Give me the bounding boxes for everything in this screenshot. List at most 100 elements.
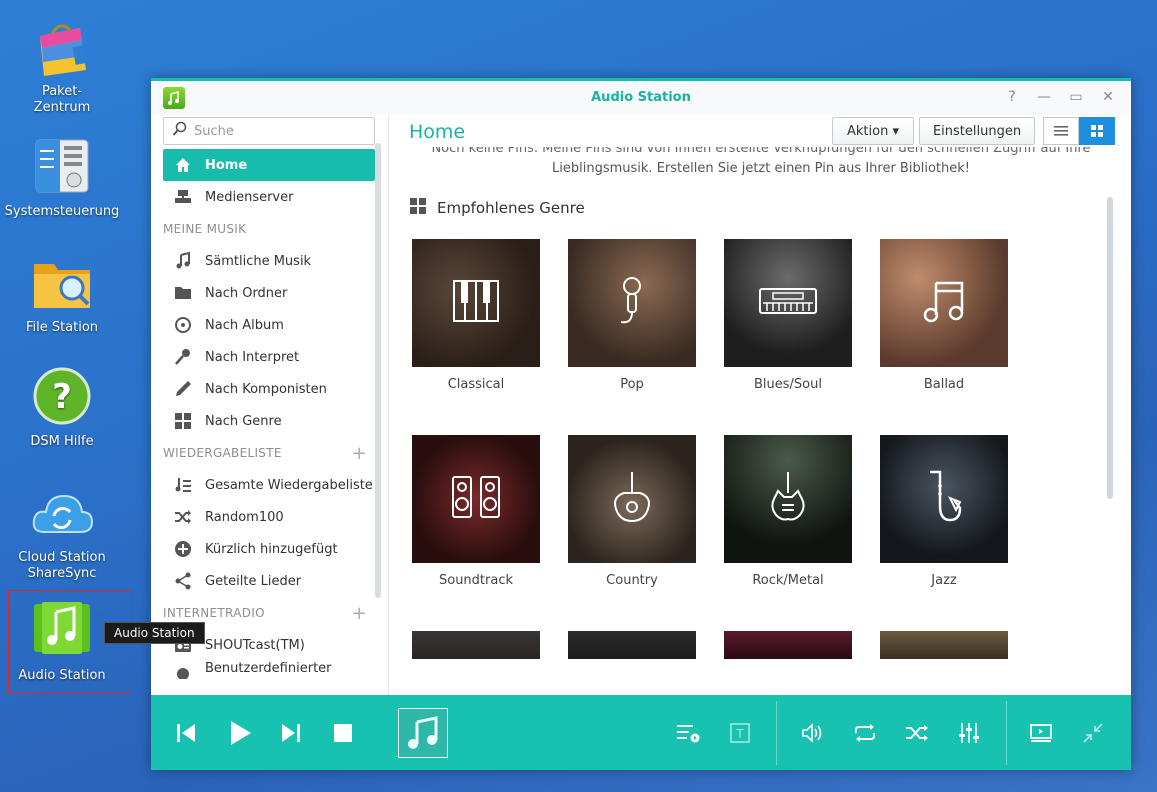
- genre-tile-pop[interactable]: Pop: [568, 239, 696, 392]
- minimize-button[interactable]: —: [1035, 89, 1053, 105]
- genre-image-soundtrack: [412, 435, 540, 563]
- genre-label: Rock/Metal: [752, 573, 824, 588]
- output-device-button[interactable]: [1026, 718, 1056, 748]
- grid-icon: [173, 411, 193, 431]
- sidebar-item-by-album[interactable]: Nach Album: [163, 309, 375, 341]
- volume-icon: [802, 723, 822, 743]
- sidebar-item-all-music[interactable]: Sämtliche Musik: [163, 245, 375, 277]
- genre-image-row3-4: [880, 631, 1008, 659]
- genre-tile-row3-1[interactable]: [412, 631, 540, 659]
- sidebar: Home Medienserver MEINE MUSIK Sämtliche …: [163, 117, 383, 697]
- music-note-icon: [173, 251, 193, 271]
- genre-tile-ballad[interactable]: Ballad: [880, 239, 1008, 392]
- sidebar-scrollbar[interactable]: [375, 143, 381, 598]
- genre-tile-soundtrack[interactable]: Soundtrack: [412, 435, 540, 588]
- sidebar-item-all-playlists[interactable]: Gesamte Wiedergabeliste: [163, 469, 375, 501]
- stop-icon: [334, 724, 352, 742]
- add-radio-icon[interactable]: +: [352, 603, 367, 624]
- guitar-icon: [610, 471, 654, 527]
- player-separator: [1006, 701, 1007, 765]
- sidebar-item-recently-added[interactable]: Kürzlich hinzugefügt: [163, 533, 375, 565]
- sidebar-item-media-server[interactable]: Medienserver: [163, 181, 375, 213]
- svg-text:T: T: [735, 727, 744, 741]
- genre-tile-row3-4[interactable]: [880, 631, 1008, 659]
- desktop-label-control-panel: Systemsteuerung: [4, 204, 120, 219]
- genre-tile-jazz[interactable]: Jazz: [880, 435, 1008, 588]
- genre-image-rock-metal: [724, 435, 852, 563]
- search-input[interactable]: [194, 123, 364, 139]
- genre-image-classical: [412, 239, 540, 367]
- help-button[interactable]: ?: [1003, 89, 1021, 105]
- stop-button[interactable]: [328, 718, 358, 748]
- desktop-label-cloud-station-2: ShareSync: [27, 566, 97, 581]
- shopping-bag-icon: [30, 16, 94, 80]
- desktop-label-dsm-help: DSM Hilfe: [30, 434, 94, 449]
- sidebar-item-by-composer[interactable]: Nach Komponisten: [163, 373, 375, 405]
- desktop-icon-package-center[interactable]: Paket- Zentrum: [2, 16, 122, 116]
- previous-button[interactable]: [171, 718, 201, 748]
- add-playlist-icon[interactable]: +: [352, 443, 367, 464]
- sidebar-item-label: Nach Komponisten: [205, 381, 327, 397]
- speakers-icon: [451, 475, 501, 523]
- play-button[interactable]: [225, 718, 255, 748]
- grid-view-button[interactable]: [1079, 117, 1115, 145]
- main-scrollbar[interactable]: [1107, 197, 1113, 499]
- genre-tile-country[interactable]: Country: [568, 435, 696, 588]
- album-cover[interactable]: [398, 708, 448, 758]
- genre-tile-classical[interactable]: Classical: [412, 239, 540, 392]
- sidebar-item-by-artist[interactable]: Nach Interpret: [163, 341, 375, 373]
- next-icon: [282, 724, 300, 742]
- sidebar-item-label: Benutzerdefinierter: [205, 661, 332, 676]
- sidebar-item-shared-songs[interactable]: Geteilte Lieder: [163, 565, 375, 597]
- playlist-icon: [677, 725, 700, 743]
- desktop-label-package-center-1: Paket-: [41, 84, 83, 99]
- sidebar-item-label: SHOUTcast(TM): [205, 637, 305, 653]
- sidebar-item-custom-radio[interactable]: Benutzerdefinierter: [163, 661, 375, 679]
- desktop-icon-dsm-help[interactable]: ? DSM Hilfe: [2, 366, 122, 450]
- desktop-icon-file-station[interactable]: File Station: [2, 252, 122, 336]
- genre-label: Pop: [620, 377, 644, 392]
- player-bar: T: [151, 695, 1131, 770]
- section-header-playlist: WIEDERGABELISTE +: [163, 442, 367, 464]
- playlist-button[interactable]: [673, 718, 703, 748]
- genre-tile-blues-soul[interactable]: Blues/Soul: [724, 239, 852, 392]
- genre-tile-row3-3[interactable]: [724, 631, 852, 659]
- mini-player-button[interactable]: [1078, 718, 1108, 748]
- sidebar-item-by-folder[interactable]: Nach Ordner: [163, 277, 375, 309]
- sidebar-item-label: Nach Genre: [205, 413, 282, 429]
- sidebar-item-home[interactable]: Home: [163, 149, 375, 181]
- folder-search-icon: [30, 252, 94, 316]
- desktop-icon-cloud-station[interactable]: Cloud Station ShareSync: [2, 482, 122, 582]
- desktop-icon-control-panel[interactable]: Systemsteuerung: [2, 136, 122, 220]
- add-circle-icon: [173, 539, 193, 559]
- action-button[interactable]: Aktion ▾: [832, 117, 914, 145]
- title-bar[interactable]: Audio Station ? — ▭ ✕: [151, 81, 1131, 115]
- equalizer-button[interactable]: [954, 718, 984, 748]
- settings-button[interactable]: Einstellungen: [919, 117, 1035, 145]
- close-button[interactable]: ✕: [1099, 89, 1117, 105]
- electric-guitar-icon: [766, 471, 810, 527]
- sidebar-item-label: Nach Ordner: [205, 285, 288, 301]
- genre-label: Classical: [447, 377, 505, 392]
- genre-tile-rock-metal[interactable]: Rock/Metal: [724, 435, 852, 588]
- volume-button[interactable]: [798, 718, 828, 748]
- help-icon: ?: [30, 366, 94, 430]
- sidebar-item-by-genre[interactable]: Nach Genre: [163, 405, 375, 437]
- pins-info: Noch keine Pins. Meine Pins sind von Ihn…: [391, 147, 1131, 181]
- genre-tile-row3-2[interactable]: [568, 631, 696, 659]
- sidebar-item-random100[interactable]: Random100: [163, 501, 375, 533]
- radio-custom-icon: [173, 661, 193, 679]
- cloud-sync-icon: [30, 482, 94, 546]
- search-box[interactable]: [163, 117, 375, 145]
- genre-image-country: [568, 435, 696, 563]
- repeat-button[interactable]: [850, 718, 880, 748]
- microphone-icon: [617, 276, 647, 330]
- shuffle-button[interactable]: [902, 718, 932, 748]
- lyrics-button[interactable]: T: [725, 718, 755, 748]
- next-button[interactable]: [276, 718, 306, 748]
- section-header-my-music: MEINE MUSIK: [163, 222, 247, 236]
- desktop-label-file-station: File Station: [25, 320, 99, 335]
- genre-image-row3-1: [412, 631, 540, 659]
- list-view-button[interactable]: [1043, 117, 1079, 145]
- maximize-button[interactable]: ▭: [1067, 89, 1085, 105]
